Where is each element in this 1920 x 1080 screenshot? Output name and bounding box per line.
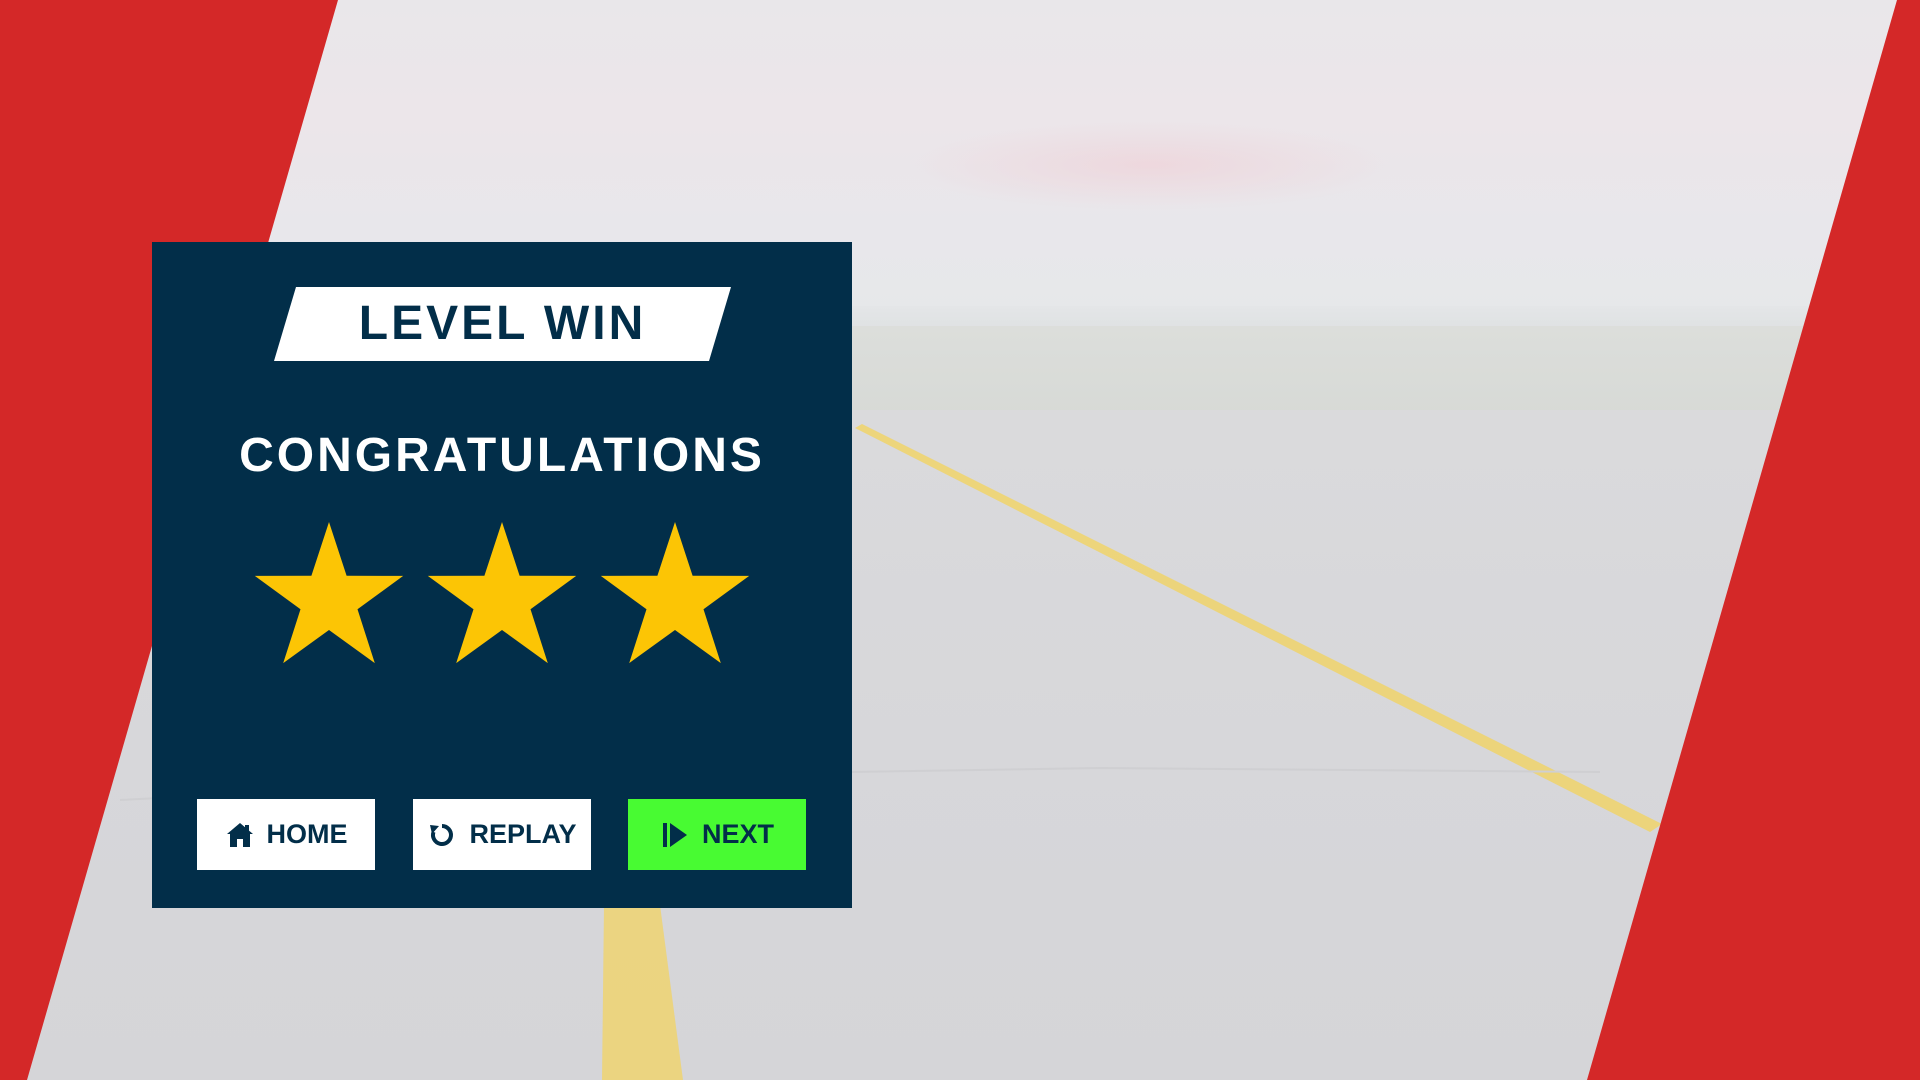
- replay-icon: [427, 820, 457, 850]
- star-rating: [152, 520, 852, 670]
- title-banner: LEVEL WIN: [274, 287, 731, 361]
- star-icon: [254, 522, 404, 664]
- level-win-title: LEVEL WIN: [358, 297, 647, 350]
- home-button-label: HOME: [266, 819, 348, 849]
- next-button-label: NEXT: [701, 819, 774, 849]
- next-button[interactable]: NEXT: [628, 799, 806, 870]
- right-red-band: [1587, 0, 1920, 1080]
- star-icon: [600, 522, 750, 664]
- play-next-icon: [660, 820, 690, 850]
- game-scene: LEVEL WIN CONGRATULATIONS HOME REPLAY NE…: [0, 0, 1920, 1080]
- replay-button[interactable]: REPLAY: [413, 799, 591, 870]
- level-win-panel: LEVEL WIN CONGRATULATIONS HOME REPLAY NE…: [152, 242, 852, 908]
- home-button[interactable]: HOME: [197, 799, 375, 870]
- replay-button-label: REPLAY: [469, 819, 577, 849]
- home-icon: [225, 820, 255, 850]
- star-icon: [427, 522, 577, 664]
- congratulations-text: CONGRATULATIONS: [239, 429, 765, 482]
